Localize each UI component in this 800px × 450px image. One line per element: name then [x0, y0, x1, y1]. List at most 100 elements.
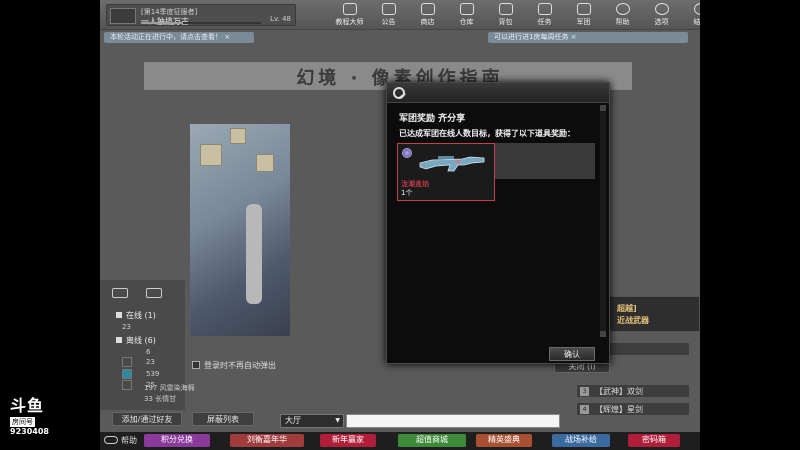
- promo-panel[interactable]: 超越] 近战武器: [608, 296, 700, 332]
- room-label: 房间号: [10, 417, 35, 427]
- legion-icon: [576, 3, 591, 15]
- scroll-down-icon[interactable]: [600, 331, 606, 337]
- menu-gear[interactable]: 选项: [642, 3, 681, 27]
- xp-bar: [141, 22, 261, 24]
- chat-channel-select[interactable]: 大厅 ▼: [280, 414, 344, 428]
- menu-label: 选项: [654, 18, 669, 26]
- menu-speaker[interactable]: 公告: [369, 3, 408, 27]
- block-list-button[interactable]: 屏蔽列表: [192, 412, 254, 426]
- menu-label: 商店: [420, 18, 435, 26]
- power-icon: [693, 3, 700, 15]
- bottom-button[interactable]: 积分兑换: [144, 434, 210, 447]
- bottom-button[interactable]: 新年赢家: [320, 434, 376, 447]
- auto-popup-checkbox[interactable]: [192, 361, 200, 369]
- game-lobby: [第14季度征服者] 一人独揽万古 Lv. 48 教程大师公告商店仓库背包任务军…: [100, 0, 700, 450]
- shop-icon: [420, 3, 435, 15]
- menu-shop[interactable]: 商店: [408, 3, 447, 27]
- menu-help[interactable]: 帮助: [603, 3, 642, 27]
- menu-label: 军团: [576, 18, 591, 26]
- item-label: 【辉煌】星剑: [595, 405, 643, 414]
- friend-avatar: [122, 380, 132, 390]
- backpack-icon: [498, 3, 513, 15]
- help-button[interactable]: 帮助: [104, 435, 137, 446]
- robot-figure: [246, 204, 262, 304]
- menu-label: 背包: [498, 18, 513, 26]
- add-friend-button[interactable]: 添加/通过好友: [112, 412, 182, 426]
- menu-warehouse[interactable]: 仓库: [447, 3, 486, 27]
- promo-line1: 超越]: [617, 304, 637, 313]
- legion-tab-icon[interactable]: [146, 288, 162, 298]
- right-list-item[interactable]: 3 【武神】双剑: [576, 384, 690, 398]
- collapse-icon: [116, 337, 122, 343]
- legion-reward-dialog: 军团奖励 齐分享 已达成军团在线人数目标，获得了以下道具奖励： 泷潮盖焰 1个 …: [386, 82, 610, 364]
- douyu-watermark: 斗鱼 房间号 9230408: [10, 392, 62, 436]
- friend-entry[interactable]: 539: [146, 370, 159, 378]
- top-bar: [第14季度征服者] 一人独揽万古 Lv. 48 教程大师 公告 商店 仓库 背包 任务 军…: [100, 0, 700, 30]
- menu-power[interactable]: 结束: [681, 3, 700, 27]
- dialog-scrollbar[interactable]: [600, 105, 606, 337]
- collapse-icon: [116, 312, 122, 318]
- quality-orb-icon: [402, 148, 412, 158]
- bottom-button[interactable]: 刘衡嘉年华: [230, 434, 304, 447]
- weekly-task-notice[interactable]: 可以进行进1房每周任务 ×: [488, 32, 688, 43]
- friend-avatar: [122, 369, 132, 379]
- rifle-icon: [419, 156, 485, 172]
- menu-tutorial[interactable]: 教程大师: [330, 3, 369, 27]
- reward-item-quantity: 1个: [401, 189, 413, 197]
- bottom-bar: 帮助 积分兑换 刘衡嘉年华 新年赢家 超值商城 精英盛典 战场补给 密码箱: [100, 432, 700, 450]
- event-art-left: [190, 124, 290, 336]
- menu-legion[interactable]: 军团: [564, 3, 603, 27]
- menu-label: 任务: [537, 18, 552, 26]
- item-number: 4: [580, 405, 589, 414]
- menu-label: 帮助: [615, 18, 630, 26]
- promo-line2: 近战武器: [617, 316, 649, 325]
- scroll-up-icon[interactable]: [600, 105, 606, 111]
- friend-entry[interactable]: 197 风雷染海棉: [144, 383, 195, 393]
- friend-entry[interactable]: 23: [122, 323, 131, 331]
- menu-backpack[interactable]: 背包: [486, 3, 525, 27]
- bottom-button[interactable]: 战场补给: [552, 434, 610, 447]
- friend-entry[interactable]: 33 长情甘: [144, 394, 176, 404]
- right-list-item[interactable]: 4 【辉煌】星剑: [576, 402, 690, 416]
- bottom-button[interactable]: 精英盛典: [476, 434, 532, 447]
- xp-bar-fill: [141, 22, 183, 24]
- room-number: 9230408: [10, 427, 49, 436]
- help-toggle-icon: [104, 436, 118, 444]
- friend-avatar: [122, 357, 132, 367]
- friend-entry[interactable]: 6: [146, 348, 150, 356]
- game-logo-icon: [393, 87, 405, 99]
- menu-label: 公告: [381, 18, 396, 26]
- online-group[interactable]: 在线 (1): [116, 310, 156, 321]
- item-number: 3: [580, 387, 589, 396]
- friends-tab-icon[interactable]: [112, 288, 128, 298]
- pixel-cube: [230, 128, 246, 144]
- bottom-button[interactable]: 超值商城: [398, 434, 466, 447]
- help-label: 帮助: [121, 436, 137, 445]
- friend-entry[interactable]: 23: [146, 358, 155, 366]
- friends-tabs: [112, 288, 162, 298]
- gear-icon: [654, 3, 669, 15]
- reward-item-card[interactable]: 泷潮盖焰 1个: [397, 143, 495, 201]
- tutorial-icon: [342, 3, 357, 15]
- rank-badge-icon: [110, 8, 136, 24]
- chevron-down-icon: ▼: [335, 417, 340, 424]
- menu-label: 结束: [693, 18, 701, 26]
- offline-group[interactable]: 离线 (6): [116, 335, 156, 346]
- menu-task[interactable]: 任务: [525, 3, 564, 27]
- dialog-titlebar: [387, 83, 609, 103]
- player-info[interactable]: [第14季度征服者] 一人独揽万古 Lv. 48: [106, 4, 296, 26]
- player-level: Lv. 48: [270, 15, 291, 23]
- speaker-icon: [381, 3, 396, 15]
- warehouse-icon: [459, 3, 474, 15]
- auto-popup-option[interactable]: 登录时不再自动弹出: [192, 360, 276, 371]
- chat-input[interactable]: [346, 414, 560, 428]
- dialog-message: 已达成军团在线人数目标，获得了以下道具奖励：: [399, 129, 575, 138]
- event-notice[interactable]: 本轮活动正在进行中，请点击查看！ ×: [104, 32, 254, 43]
- online-group-label: 在线 (1): [126, 311, 156, 320]
- confirm-button[interactable]: 确认: [549, 347, 595, 361]
- chat-channel-label: 大厅: [285, 416, 301, 425]
- item-label: 【武神】双剑: [595, 387, 643, 396]
- help-icon: [615, 3, 630, 15]
- douyu-logo: 斗鱼: [10, 396, 45, 415]
- bottom-button[interactable]: 密码箱: [628, 434, 680, 447]
